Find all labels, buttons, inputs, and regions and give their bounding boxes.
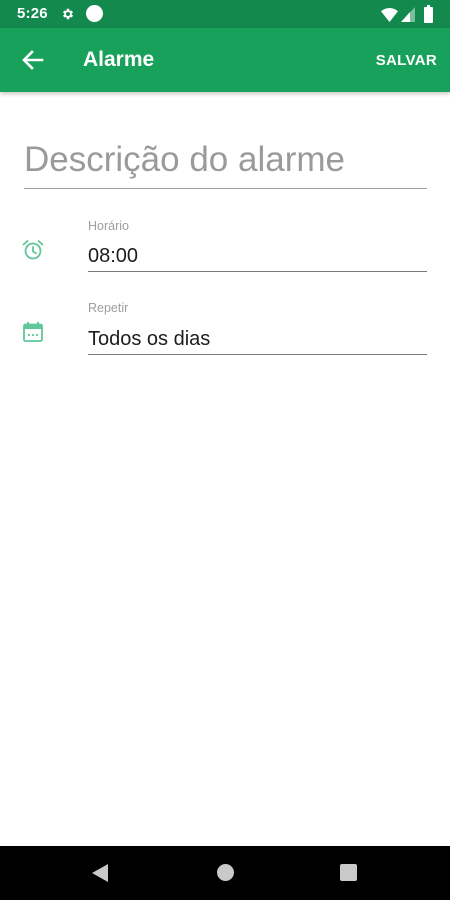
repeat-field[interactable]: Todos os dias (88, 321, 427, 355)
alarm-description-input[interactable]: Descrição do alarme (24, 130, 427, 189)
repeat-field-label: Repetir (88, 301, 129, 315)
time-field-label: Horário (88, 219, 129, 233)
save-button[interactable]: SALVAR (376, 52, 437, 69)
arrow-back-icon (22, 50, 44, 70)
notification-dot-icon (86, 5, 103, 22)
cell-signal-icon (401, 7, 415, 22)
nav-home-icon[interactable] (217, 864, 234, 881)
calendar-icon (23, 321, 43, 342)
back-button[interactable] (14, 42, 52, 78)
description-placeholder: Descrição do alarme (24, 140, 345, 179)
repeat-field-value: Todos os dias (88, 328, 211, 350)
settings-gear-icon (62, 8, 74, 20)
navigation-bar (0, 846, 450, 900)
app-bar: Alarme SALVAR (0, 28, 450, 92)
status-bar: 5:26 (0, 0, 450, 28)
time-field-value: 08:00 (88, 245, 139, 267)
status-time: 5:26 (17, 5, 48, 22)
page-title: Alarme (83, 48, 155, 71)
nav-back-icon[interactable] (92, 864, 108, 882)
nav-recents-icon[interactable] (340, 864, 357, 881)
battery-icon (424, 5, 433, 23)
alarm-clock-icon (22, 240, 44, 260)
time-field[interactable]: 08:00 (88, 238, 427, 272)
alarm-edit-screen: 5:26 Alarme SALVAR Descrição do alarme H… (0, 0, 450, 900)
wifi-icon (381, 8, 398, 22)
